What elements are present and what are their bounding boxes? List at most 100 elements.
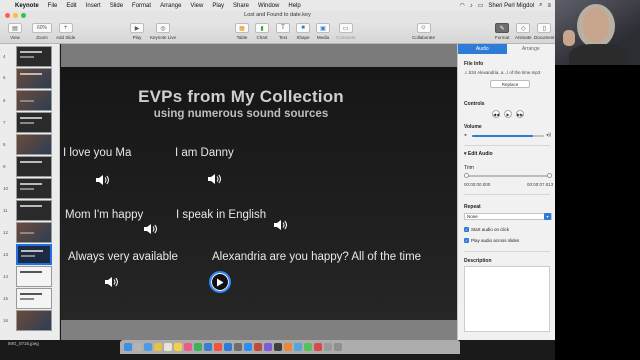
minimize-window-button[interactable] [13,13,18,18]
menu-view[interactable]: View [190,3,203,9]
speaker-icon[interactable] [273,219,287,231]
table-button[interactable]: ▦ Table [235,23,249,40]
spotlight-icon[interactable]: ⌕ [539,2,542,9]
menu-edit[interactable]: Edit [66,3,76,9]
comment-button[interactable]: ▭ Comment [336,23,356,40]
animate-button[interactable]: ◇ Animate [515,23,532,40]
close-window-button[interactable] [5,13,10,18]
trim-slider[interactable] [466,175,550,177]
keynote-live-button[interactable]: ◎ Keynote Live [150,23,176,40]
menu-window[interactable]: Window [258,3,279,9]
calendar-icon[interactable] [164,343,172,351]
tab-audio[interactable]: Audio [458,44,507,54]
description-field[interactable] [464,266,550,332]
start-on-click-checkbox[interactable]: ✓ Start audio on click [464,227,509,232]
trash-icon[interactable] [334,343,342,351]
menu-help[interactable]: Help [288,3,300,9]
trim-end-handle[interactable] [547,173,552,178]
menu-user-name[interactable]: Sheri Perl Migdol [488,3,534,9]
format-button[interactable]: ✎ Format [495,23,509,40]
app-icon[interactable] [274,343,282,351]
volume-icon[interactable]: ♪ [470,3,473,9]
menu-play[interactable]: Play [212,3,224,9]
slide-navigator[interactable]: 4 5 6 7 8 9 10 11 12 13 14 15 16 [0,44,60,340]
play-button[interactable]: ▶ Play [130,23,144,40]
slide-thumbnail[interactable] [16,46,52,67]
zoom-app-icon[interactable] [244,343,252,351]
notes-icon[interactable] [174,343,182,351]
slide-thumbnail[interactable] [16,112,52,133]
slide-subtitle[interactable]: using numerous sound sources [61,108,421,120]
chart-button[interactable]: ▮ Chart [255,23,269,40]
speaker-icon[interactable] [104,276,118,288]
document-button[interactable]: ▯ Document [534,23,555,40]
evp-label[interactable]: Alexandria are you happy? All of the tim… [212,251,421,263]
slide-thumbnail[interactable] [16,310,52,331]
slide-thumbnail[interactable] [16,222,52,243]
speaker-icon[interactable] [95,174,109,186]
edit-audio-toggle[interactable]: ▾ Edit Audio [464,151,493,157]
evp-label[interactable]: Mom I'm happy [65,209,143,221]
menu-share[interactable]: Share [233,3,249,9]
menu-app-name[interactable]: Keynote [15,3,39,9]
slide-thumbnail[interactable] [16,288,52,309]
tab-arrange[interactable]: Arrange [507,44,556,54]
speaker-icon[interactable] [143,223,157,235]
app-icon[interactable] [254,343,262,351]
menu-slide[interactable]: Slide [110,3,123,9]
repeat-select[interactable]: None ▾ [464,213,552,220]
slide-thumbnail-selected[interactable] [16,244,52,265]
menu-arrange[interactable]: Arrange [160,3,181,9]
safari-icon[interactable] [144,343,152,351]
launchpad-icon[interactable] [134,343,142,351]
preview-play-button[interactable]: ▶ [504,110,512,118]
slide-thumbnail[interactable] [16,178,52,199]
trim-start-handle[interactable] [464,173,469,178]
media-button[interactable]: ▣ Media [316,23,330,40]
zoom-button[interactable]: 60% Zoom [32,23,52,40]
music-icon[interactable] [214,343,222,351]
volume-slider[interactable] [472,135,544,137]
collaborate-button[interactable]: ☺ Collaborate [412,23,435,40]
keynote-dock-icon[interactable] [224,343,232,351]
evp-label[interactable]: I am Danny [175,147,234,159]
current-slide[interactable]: EVPs from My Collection using numerous s… [61,67,457,320]
slide-thumbnail[interactable] [16,90,52,111]
audio-play-button[interactable] [209,271,231,293]
evp-label[interactable]: I love you Ma [63,147,131,159]
evp-label[interactable]: I speak in English [176,209,266,221]
slide-thumbnail[interactable] [16,156,52,177]
finder-icon[interactable] [124,343,132,351]
evp-label[interactable]: Always very available [68,251,178,263]
menu-file[interactable]: File [48,3,58,9]
messages-icon[interactable] [194,343,202,351]
speaker-icon[interactable] [207,173,221,185]
add-slide-button[interactable]: + Add Slide [56,23,75,40]
app-icon[interactable] [304,343,312,351]
shape-button[interactable]: ■ Shape [296,23,310,40]
slide-thumbnail[interactable] [16,134,52,155]
battery-icon[interactable]: ▭ [478,2,484,9]
slide-thumbnail[interactable] [16,266,52,287]
rewind-button[interactable]: ◀◀ [492,110,500,118]
app-icon[interactable] [314,343,322,351]
app-icon[interactable] [264,343,272,351]
app-icon[interactable] [284,343,292,351]
settings-icon[interactable] [234,343,242,351]
fast-forward-button[interactable]: ▶▶ [516,110,524,118]
zoom-window-button[interactable] [21,13,26,18]
play-across-slides-checkbox[interactable]: ✓ Play audio across slides [464,238,519,243]
chrome-icon[interactable] [154,343,162,351]
menu-format[interactable]: Format [132,3,151,9]
view-button[interactable]: ▤ View [8,23,22,40]
slide-title[interactable]: EVPs from My Collection [61,87,421,107]
replace-button[interactable]: Replace [490,80,530,88]
slide-thumbnail[interactable] [16,68,52,89]
slide-thumbnail[interactable] [16,200,52,221]
menu-insert[interactable]: Insert [86,3,101,9]
desktop-file-label[interactable]: IMG_0716.jpeg [8,341,39,346]
slide-canvas[interactable]: EVPs from My Collection using numerous s… [61,44,457,340]
facetime-icon[interactable] [204,343,212,351]
text-button[interactable]: T Text [276,23,290,40]
wifi-icon[interactable]: ◠ [460,2,465,9]
